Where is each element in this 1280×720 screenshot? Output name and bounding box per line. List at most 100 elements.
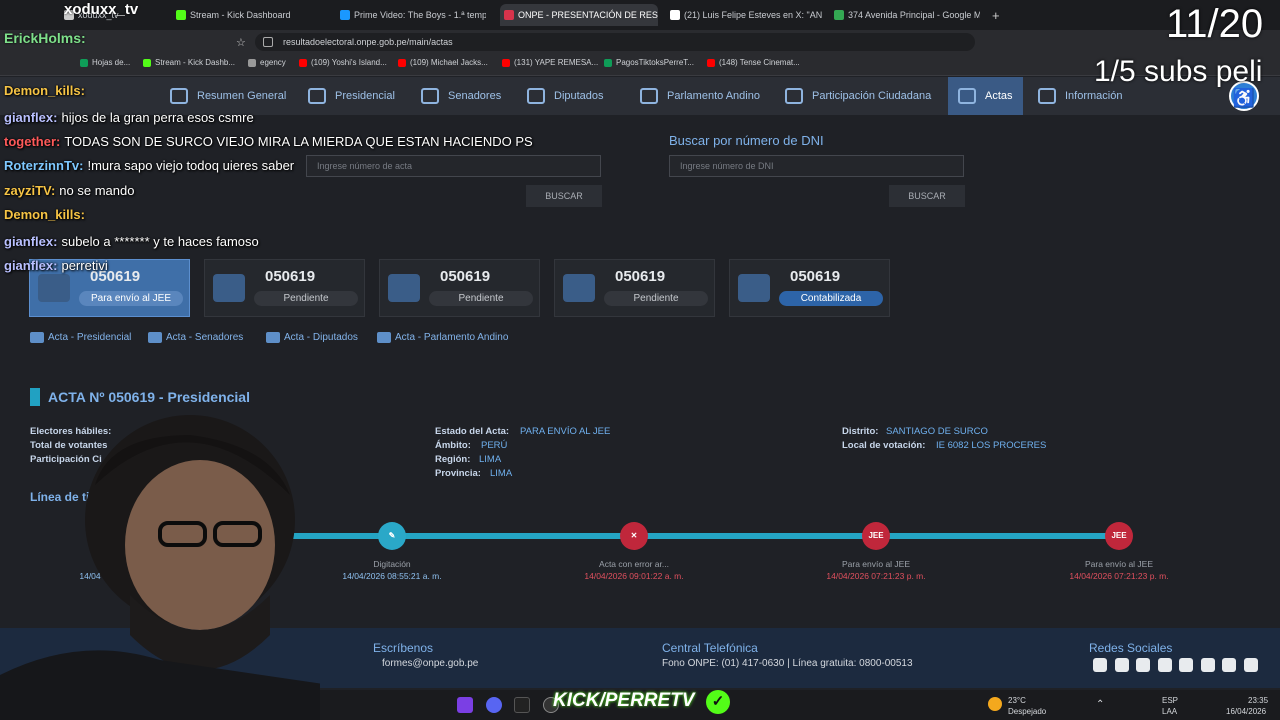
nav-item[interactable]: Actas [948,77,1023,115]
lang-indicator[interactable]: ESP [1162,696,1178,705]
chat-message: zayziTV: no se mando [4,183,134,198]
weather-text: Despejado [1008,707,1047,716]
chat-username: gianflex: [4,110,58,125]
tab-favicon-icon [504,10,514,20]
nav-item-label: Diputados [554,90,604,102]
verified-badge-icon: ✓ [706,690,730,714]
nav-item[interactable]: Diputados [527,77,604,115]
terminal-icon[interactable] [514,697,530,713]
acta-link[interactable]: Acta - Presidencial [30,332,131,343]
write-us-email[interactable]: formes@onpe.gob.pe [382,658,478,669]
acta-search-button[interactable]: BUSCAR [526,185,602,207]
nav-item-label: Información [1065,90,1123,102]
acta-status-card[interactable]: 050619 Pendiente [204,259,365,317]
acta-status-card[interactable]: 050619 Pendiente [554,259,715,317]
bookmark-favicon-icon [604,59,612,67]
browser-tab[interactable]: (21) Luis Felipe Esteves en X: "ANULE [666,4,822,26]
nav-item[interactable]: Parlamento Andino [640,77,760,115]
ambito-label: Ámbito: [435,440,471,451]
dni-search-button[interactable]: BUSCAR [889,185,965,207]
new-tab-icon[interactable]: + [992,8,1000,23]
subs-goal: 1/5 subs peli [1094,55,1263,88]
provincia-label: Provincia: [435,468,481,479]
acta-link[interactable]: Acta - Parlamento Andino [377,332,508,343]
chat-message: gianflex: perretivi [4,258,108,273]
url-field[interactable]: resultadoelectoral.onpe.gob.pe/main/acta… [255,33,975,51]
browser-tab[interactable]: Stream - Kick Dashboard [172,4,332,26]
linkedin-icon[interactable] [1243,658,1258,672]
acta-link-icon [30,332,44,343]
timeline-step-label: Digitación [373,559,411,569]
bookmark-item[interactable]: (131) YAPE REMESA... [502,58,598,67]
estado-label: Estado del Acta: [435,426,510,437]
chat-text: no se mando [59,183,135,198]
bookmark-item[interactable]: (109) Michael Jacks... [398,58,488,67]
timeline-step-icon: JEE [1105,522,1133,550]
nav-item-label: Resumen General [197,90,287,102]
region-value: LIMA [479,454,502,465]
estado-value: PARA ENVÍO AL JEE [520,426,611,437]
card-acta-number: 050619 [615,268,666,285]
acta-status-card[interactable]: 050619 Contabilizada [729,259,890,317]
tab-label: Prime Video: The Boys - 1.ª temporada [354,10,486,20]
dni-search-input[interactable]: Ingrese número de DNI [669,155,964,177]
tiktok-icon[interactable] [1157,658,1172,672]
timeline-step-label: Para envío al JEE [1084,559,1154,569]
discord-icon[interactable] [486,697,502,713]
nav-item-icon [421,88,439,104]
instagram-icon[interactable] [1136,658,1150,672]
nav-item[interactable]: Participación Ciudadana [785,77,931,115]
card-status-badge: Pendiente [254,291,358,306]
browser-tab[interactable]: Prime Video: The Boys - 1.ª temporada [336,4,486,26]
acta-title: ACTA Nº 050619 - Presidencial [48,389,250,405]
card-status-badge: Para envío al JEE [79,291,183,306]
nav-item[interactable]: Presidencial [308,77,395,115]
bookmark-item[interactable]: (148) Tense Cinemat... [707,58,800,67]
nav-item-label: Parlamento Andino [667,90,760,102]
timeline-step-icon: ✎ [378,522,406,550]
chat-username: gianflex: [4,234,58,249]
local-label: Local de votación: [842,440,926,451]
acta-link-label: Acta - Diputados [284,332,358,343]
bookmark-star-icon[interactable]: ☆ [236,36,246,49]
bookmark-item[interactable]: PagosTiktoksPerreT... [604,58,694,67]
clock-time[interactable]: 23:35 [1248,696,1268,705]
facebook-icon[interactable] [1093,658,1107,672]
app-icon[interactable] [457,697,473,713]
tray-chevron-icon[interactable]: ⌃ [1096,699,1104,710]
acta-link[interactable]: Acta - Diputados [266,332,358,343]
chat-message: Demon_kills: [4,207,89,222]
nav-item-label: Presidencial [335,90,395,102]
weather-temp: 23°C [1008,696,1026,705]
bookmark-item[interactable]: egency [248,58,286,67]
subs-counter: 11/20 [1166,2,1264,46]
card-seal-icon [563,274,595,302]
acta-link-label: Acta - Presidencial [48,332,132,343]
acta-link[interactable]: Acta - Senadores [148,332,243,343]
phone-title: Central Telefónica [662,641,758,655]
bookmark-favicon-icon [80,59,88,67]
bookmark-favicon-icon [707,59,715,67]
spotify-icon[interactable] [1222,658,1236,672]
chat-text: TODAS SON DE SURCO VIEJO MIRA LA MIERDA … [64,134,533,149]
bookmark-favicon-icon [398,59,406,67]
site-info-icon[interactable] [263,37,273,47]
x-icon[interactable] [1179,658,1193,672]
chat-message: gianflex: hijos de la gran perra esos csm… [4,110,254,125]
bookmark-item[interactable]: Hojas de... [80,58,130,67]
distrito-value: SANTIAGO DE SURCO [886,426,988,437]
local-value: IE 6082 LOS PROCERES [936,440,1047,451]
flickr-icon[interactable] [1200,658,1215,672]
tab-label: ONPE - PRESENTACIÓN DE RESULTADOS [518,10,658,20]
youtube-icon[interactable] [1114,658,1129,672]
bookmark-item[interactable]: Stream - Kick Dashb... [143,58,235,67]
browser-tab[interactable]: 374 Avenida Principal - Google Maps [830,4,980,26]
chat-username: RoterzinnTv: [4,158,84,173]
timeline-step-date: 14/04/2026 07:21:23 p. m. [1069,571,1169,581]
browser-tab[interactable]: ONPE - PRESENTACIÓN DE RESULTADOS [500,4,658,26]
kick-brand: KICK/PERRETV [553,690,695,711]
bookmark-item[interactable]: (109) Yoshi's Island... [299,58,387,67]
nav-item[interactable]: Senadores [421,77,501,115]
acta-status-card[interactable]: 050619 Pendiente [379,259,540,317]
acta-search-input[interactable]: Ingrese número de acta [306,155,601,177]
